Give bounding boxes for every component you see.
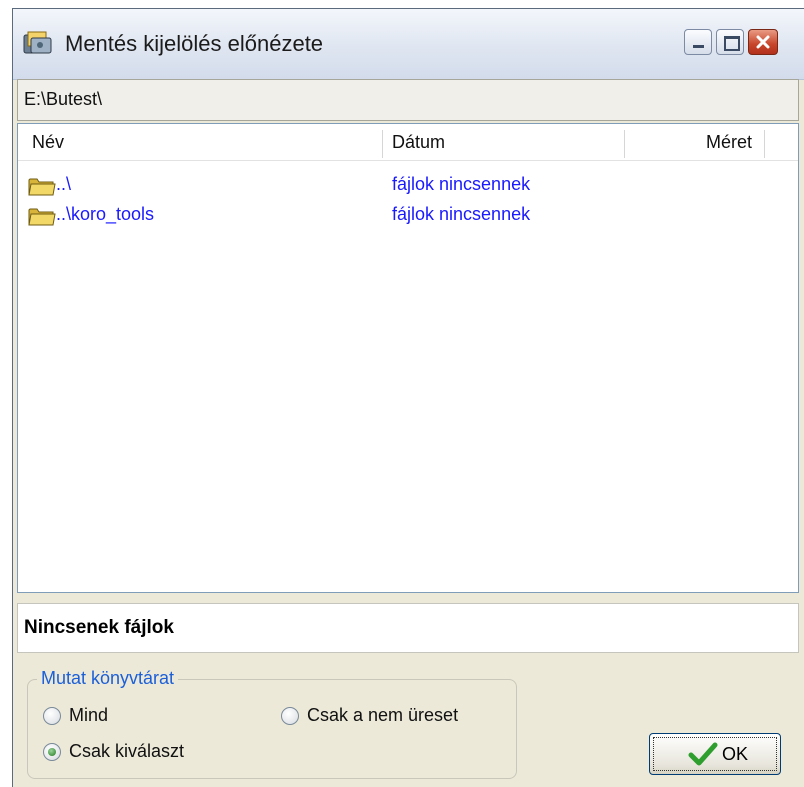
list-item[interactable]: ..\ fájlok nincsennek [18, 172, 798, 200]
preview-window: Mentés kijelölés előnézete E:\Butest\ Né… [12, 8, 804, 787]
status-box: Nincsenek fájlok [17, 603, 799, 653]
folder-icon [28, 178, 56, 196]
ok-label: OK [722, 744, 749, 764]
list-item-date: fájlok nincsennek [392, 204, 531, 224]
ok-button[interactable]: OK [649, 733, 781, 775]
column-separator[interactable] [764, 130, 765, 158]
radio-mind[interactable] [43, 707, 61, 725]
column-header-name[interactable]: Név [32, 124, 372, 160]
folder-icon [28, 208, 56, 226]
radio-nonempty-only[interactable] [281, 707, 299, 725]
list-item-name: ..\ [56, 174, 72, 194]
path-bar: E:\Butest\ [17, 79, 799, 121]
list-header: Név Dátum Méret [18, 124, 798, 161]
column-header-date[interactable]: Dátum [392, 124, 612, 160]
list-item-name: ..\koro_tools [56, 204, 155, 224]
window-title: Mentés kijelölés előnézete [65, 31, 324, 56]
radio-selected-only[interactable] [43, 743, 61, 761]
column-separator[interactable] [624, 130, 625, 158]
list-item[interactable]: ..\koro_tools fájlok nincsennek [18, 202, 798, 230]
column-header-size[interactable]: Méret [630, 124, 752, 160]
radio-label-mind[interactable]: Mind [69, 705, 108, 726]
maximize-icon [724, 36, 740, 51]
current-path: E:\Butest\ [24, 89, 103, 109]
radio-label-nonempty-only[interactable]: Csak a nem üreset [307, 705, 458, 726]
app-icon [23, 31, 52, 54]
file-list[interactable]: Név Dátum Méret ..\ fájlok nincsennek ..… [17, 123, 799, 593]
list-item-date: fájlok nincsennek [392, 174, 531, 194]
title-bar[interactable]: Mentés kijelölés előnézete [13, 9, 804, 80]
close-button[interactable] [748, 29, 778, 55]
column-separator[interactable] [382, 130, 383, 158]
show-directories-group [27, 679, 517, 779]
minimize-icon [693, 45, 704, 48]
checkmark-icon [688, 742, 718, 766]
maximize-button[interactable] [716, 29, 744, 55]
group-legend: Mutat könyvtárat [37, 668, 179, 689]
close-icon [756, 35, 770, 49]
status-text: Nincsenek fájlok [24, 617, 174, 638]
minimize-button[interactable] [684, 29, 712, 55]
radio-label-selected-only[interactable]: Csak kiválaszt [69, 741, 184, 762]
